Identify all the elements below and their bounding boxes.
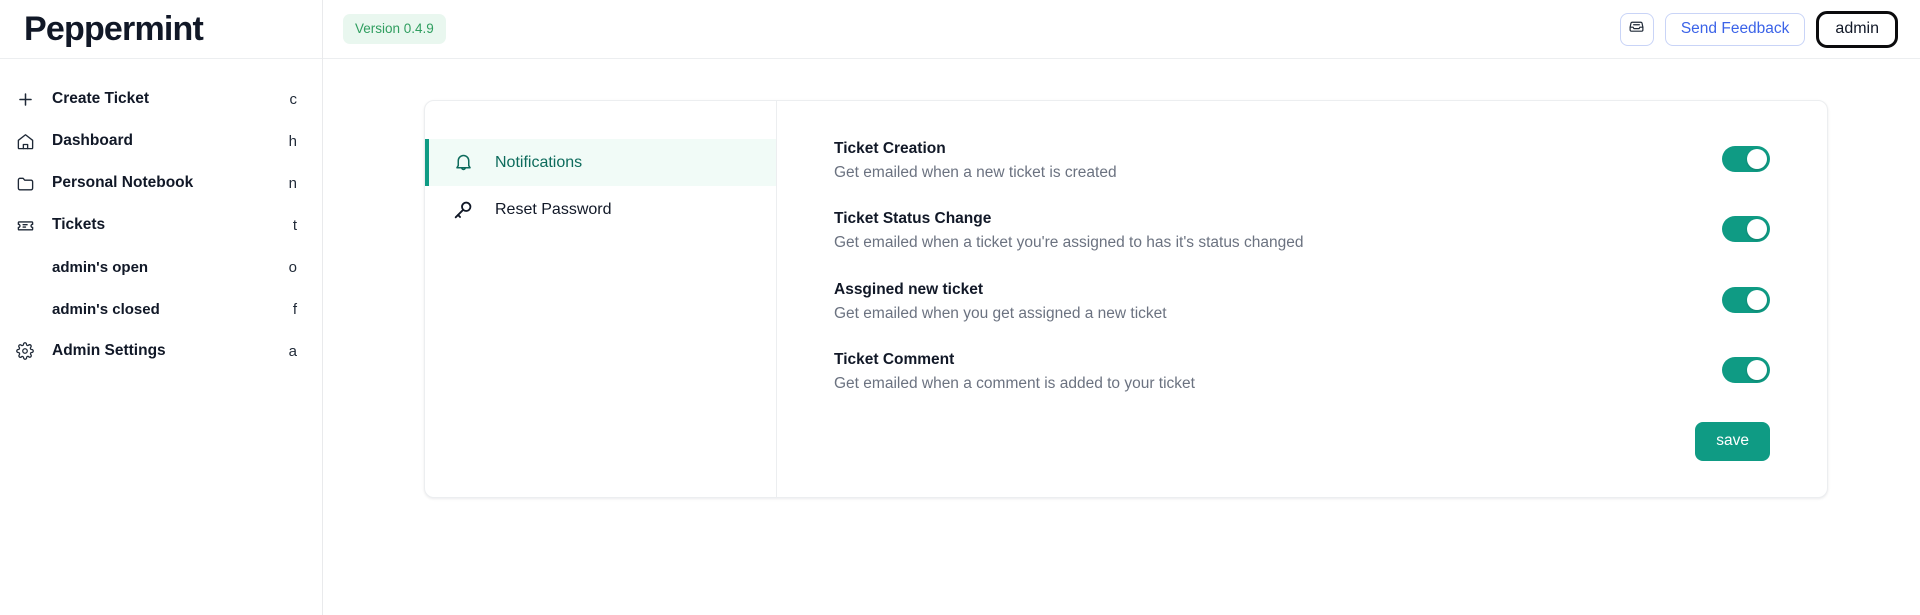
- brand-row: Peppermint: [0, 0, 322, 59]
- sidebar-subitem-shortcut: f: [292, 300, 297, 318]
- sidebar-item-shortcut: c: [289, 90, 298, 108]
- preference-description: Get emailed when a new ticket is created: [834, 163, 1117, 181]
- preference-text: Assgined new ticket Get emailed when you…: [834, 280, 1698, 325]
- toggle-knob: [1747, 360, 1767, 381]
- tab-reset-password[interactable]: Reset Password: [425, 186, 776, 233]
- sidebar-item-label: Create Ticket: [52, 90, 150, 107]
- ticket-icon: [14, 214, 36, 236]
- sidebar-item-tickets[interactable]: Tickets t: [0, 204, 322, 246]
- save-row: save: [834, 410, 1770, 461]
- save-button[interactable]: save: [1695, 421, 1770, 461]
- preference-row-assigned-new-ticket: Assgined new ticket Get emailed when you…: [834, 269, 1770, 339]
- settings-card: Notifications Reset Password Ticket Crea…: [424, 100, 1828, 498]
- sidebar-item-personal-notebook[interactable]: Personal Notebook n: [0, 162, 322, 204]
- user-menu-label: admin: [1835, 20, 1879, 37]
- inbox-icon-button[interactable]: [1619, 12, 1654, 46]
- preference-title: Assgined new ticket: [834, 280, 984, 298]
- sidebar-item-dashboard[interactable]: Dashboard h: [0, 120, 322, 162]
- sidebar-item-shortcut: t: [292, 216, 297, 234]
- key-icon: [451, 198, 475, 222]
- send-feedback-button[interactable]: Send Feedback: [1664, 12, 1806, 46]
- preference-title: Ticket Comment: [834, 351, 955, 369]
- sidebar-item-admin-settings[interactable]: Admin Settings a: [0, 330, 322, 372]
- sidebar-nav: Create Ticket c Dashboard h Personal Not…: [0, 59, 322, 372]
- notifications-panel: Ticket Creation Get emailed when a new t…: [777, 101, 1827, 497]
- sidebar-item-label: Personal Notebook: [52, 174, 194, 191]
- toggle-ticket-status-change[interactable]: [1722, 216, 1770, 243]
- sidebar-item-shortcut: h: [288, 132, 297, 150]
- inbox-icon: [1628, 18, 1645, 40]
- sidebar-item-create-ticket[interactable]: Create Ticket c: [0, 78, 322, 120]
- toggle-ticket-comment[interactable]: [1722, 357, 1770, 384]
- version-badge: Version 0.4.9: [343, 14, 446, 44]
- preference-title: Ticket Status Change: [834, 210, 992, 228]
- app-root: Peppermint Create Ticket c Dashboard h P…: [0, 0, 1920, 615]
- home-icon: [14, 130, 36, 152]
- preference-row-ticket-creation: Ticket Creation Get emailed when a new t…: [834, 128, 1770, 198]
- preference-row-ticket-comment: Ticket Comment Get emailed when a commen…: [834, 339, 1770, 409]
- plus-icon: [14, 88, 36, 110]
- settings-tab-list: Notifications Reset Password: [425, 101, 777, 497]
- toggle-ticket-creation[interactable]: [1722, 146, 1770, 172]
- toggle-knob: [1747, 219, 1767, 240]
- sidebar-subitem-label: admin's open: [52, 258, 149, 276]
- preference-description: Get emailed when a comment is added to y…: [834, 375, 1195, 393]
- preference-text: Ticket Comment Get emailed when a commen…: [834, 350, 1698, 395]
- sidebar-subitem-admins-closed[interactable]: admin's closed f: [0, 288, 322, 330]
- sidebar-subitem-label: admin's closed: [52, 300, 160, 318]
- sidebar-item-label: Admin Settings: [52, 342, 166, 359]
- bell-icon: [451, 151, 475, 175]
- sidebar: Peppermint Create Ticket c Dashboard h P…: [0, 0, 323, 615]
- tab-label: Notifications: [495, 153, 583, 171]
- main-region: Version 0.4.9 Send Feedback admin Notifi…: [323, 0, 1920, 615]
- sidebar-item-shortcut: a: [288, 342, 297, 360]
- sidebar-subitem-admins-open[interactable]: admin's open o: [0, 246, 322, 288]
- topbar: Version 0.4.9 Send Feedback admin: [323, 0, 1920, 59]
- preference-row-ticket-status-change: Ticket Status Change Get emailed when a …: [834, 198, 1770, 268]
- preference-title: Ticket Creation: [834, 140, 946, 157]
- topbar-actions: Send Feedback admin: [1619, 10, 1898, 48]
- folder-icon: [14, 172, 36, 194]
- toggle-knob: [1747, 289, 1767, 310]
- sidebar-subitem-shortcut: o: [288, 258, 297, 276]
- brand-title: Peppermint: [24, 9, 204, 48]
- content-area: Notifications Reset Password Ticket Crea…: [323, 59, 1920, 615]
- tab-notifications[interactable]: Notifications: [425, 139, 776, 186]
- tab-label: Reset Password: [495, 200, 612, 218]
- user-menu-button[interactable]: admin: [1816, 10, 1898, 48]
- send-feedback-label: Send Feedback: [1680, 20, 1790, 37]
- gear-icon: [14, 340, 36, 362]
- preference-description: Get emailed when you get assigned a new …: [834, 304, 1167, 322]
- toggle-knob: [1747, 149, 1767, 169]
- sidebar-item-shortcut: n: [288, 174, 297, 192]
- preference-description: Get emailed when a ticket you're assigne…: [834, 234, 1304, 252]
- preference-text: Ticket Status Change Get emailed when a …: [834, 209, 1698, 254]
- preference-text: Ticket Creation Get emailed when a new t…: [834, 139, 1698, 184]
- sidebar-item-label: Tickets: [52, 216, 106, 233]
- toggle-assigned-new-ticket[interactable]: [1722, 286, 1770, 313]
- sidebar-item-label: Dashboard: [52, 132, 133, 149]
